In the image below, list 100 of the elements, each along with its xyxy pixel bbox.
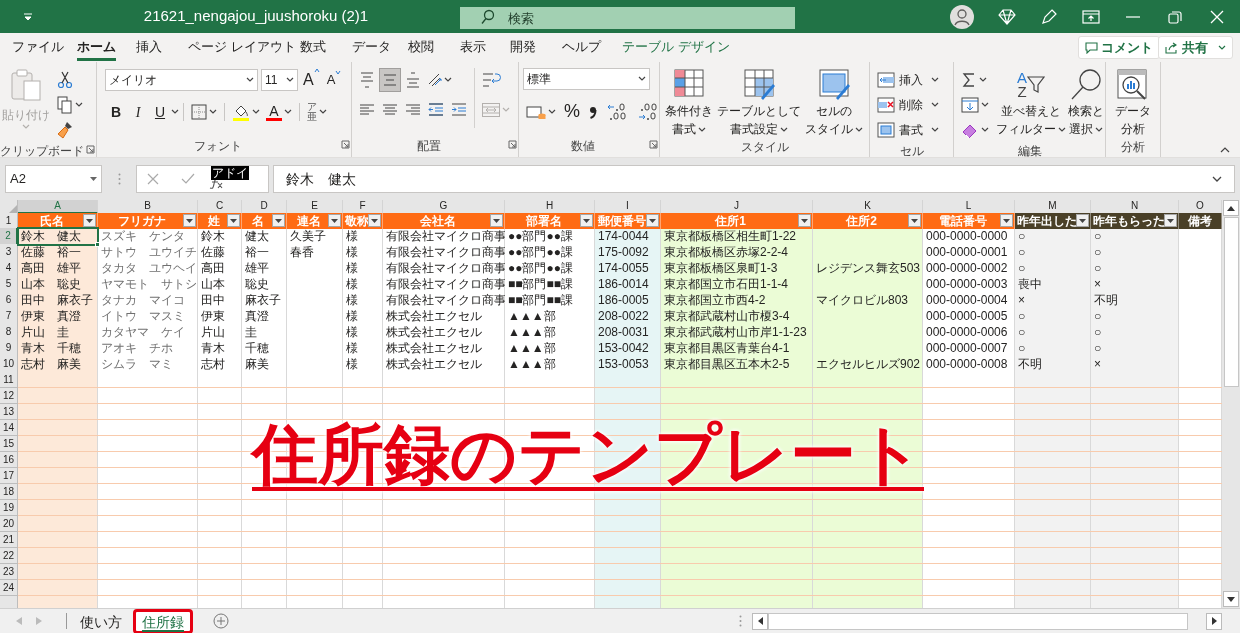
next-sheet-button[interactable] <box>36 617 42 625</box>
cell-styles-button[interactable]: セルの スタイル <box>804 68 864 138</box>
filter-button[interactable] <box>580 214 593 227</box>
filter-button[interactable] <box>1164 214 1177 227</box>
number-format-dropdown[interactable]: 標準 <box>523 68 650 90</box>
find-select-button[interactable]: 検索と 選択 <box>1068 68 1104 142</box>
filter-button[interactable] <box>1076 214 1089 227</box>
ribbon-tab[interactable]: 開発 <box>510 37 536 61</box>
table-cell[interactable]: 鈴木 健太 <box>18 228 98 245</box>
ribbon-tab[interactable]: 校閲 <box>408 37 434 61</box>
row-number[interactable]: 13 <box>0 404 18 420</box>
row-number[interactable] <box>0 596 18 608</box>
font-name-dropdown[interactable]: メイリオ <box>105 69 258 91</box>
filter-button[interactable] <box>328 214 341 227</box>
filter-button[interactable] <box>646 214 659 227</box>
format-as-table-button[interactable]: テーブルとして 書式設定 <box>716 68 802 138</box>
phonetic-button[interactable]: ア 亜 <box>304 100 330 124</box>
cell-format-button[interactable]: 書式 <box>874 118 942 142</box>
scroll-down-button[interactable] <box>1223 591 1239 607</box>
bold-button[interactable]: B <box>105 101 127 123</box>
filter-button[interactable] <box>908 214 921 227</box>
merge-icon <box>482 103 500 117</box>
previous-sheet-button[interactable] <box>16 617 22 625</box>
collapse-ribbon-button[interactable] <box>1220 146 1230 153</box>
row-number[interactable]: 22 <box>0 548 18 564</box>
percent-button[interactable]: % <box>562 98 582 125</box>
new-sheet-button[interactable] <box>213 613 229 629</box>
align-middle-button[interactable] <box>379 68 401 92</box>
caret-icon <box>75 102 83 108</box>
row-number[interactable]: 14 <box>0 420 18 436</box>
ribbon-tab[interactable]: データ <box>352 37 391 61</box>
empty-cells[interactable]: 住所録のテンプレート <box>18 372 1222 608</box>
dialog-launcher-button[interactable] <box>649 140 658 149</box>
conditional-formatting-button[interactable]: 条件付き 書式 <box>664 68 714 138</box>
column-letter[interactable]: A <box>18 200 98 214</box>
eraser-icon <box>961 122 979 138</box>
sheet-tab[interactable]: 使い方 <box>71 608 131 633</box>
dialog-launcher-button[interactable] <box>508 140 517 149</box>
filter-button[interactable] <box>1000 214 1013 227</box>
comment-button[interactable]: コメント <box>1078 36 1160 59</box>
row-number[interactable]: 16 <box>0 452 18 468</box>
row-number[interactable]: 17 <box>0 468 18 484</box>
ribbon-tab[interactable]: 表示 <box>460 37 486 61</box>
row-number[interactable]: 23 <box>0 564 18 580</box>
scroll-left-button[interactable] <box>752 612 768 630</box>
cell-insert-button[interactable]: 挿入 <box>874 68 942 92</box>
filter-button[interactable] <box>227 214 240 227</box>
row-number[interactable]: 11 <box>0 372 18 388</box>
share-button[interactable]: 共有 <box>1158 36 1233 59</box>
quick-access-button[interactable] <box>23 12 33 21</box>
filter-button[interactable] <box>798 214 811 227</box>
ribbon-tab[interactable]: 数式 <box>300 37 326 61</box>
dialog-launcher-button[interactable] <box>86 145 95 154</box>
filter-button[interactable] <box>490 214 503 227</box>
font-color-button[interactable]: A <box>263 100 295 124</box>
cell-delete-button[interactable]: 削除 <box>874 93 942 117</box>
scroll-right-button[interactable] <box>1206 612 1222 630</box>
ribbon-tab[interactable]: ページ レイアウト <box>188 37 296 61</box>
row-number[interactable]: 1 <box>0 213 18 229</box>
filter-button[interactable] <box>368 214 381 227</box>
vertical-scrollbar[interactable] <box>1222 200 1240 608</box>
header-text: 住所1 <box>715 215 746 227</box>
ribbon-tab[interactable]: 挿入 <box>136 37 162 61</box>
dropdown-arrow-icon <box>186 218 193 223</box>
header-text: 名 <box>252 215 264 227</box>
scroll-thumb[interactable] <box>1223 217 1239 387</box>
name-box[interactable]: A2 <box>5 165 102 193</box>
formula-input[interactable]: 鈴木 健太 <box>273 165 1235 193</box>
filter-button[interactable] <box>83 214 96 227</box>
ribbon-tab[interactable]: ヘルプ <box>562 37 601 61</box>
fill-handle[interactable] <box>95 242 100 247</box>
row-number[interactable]: 19 <box>0 500 18 516</box>
italic-button[interactable]: I <box>127 101 149 123</box>
row-number[interactable]: 12 <box>0 388 18 404</box>
row-number[interactable]: 21 <box>0 532 18 548</box>
restore-icon <box>1166 8 1184 25</box>
filter-button[interactable] <box>183 214 196 227</box>
shrink-font-button[interactable]: A <box>324 70 344 90</box>
row-number[interactable]: 24 <box>0 580 18 596</box>
sort-filter-button[interactable]: A Z 並べ替えと フィルター <box>996 68 1066 142</box>
insert-function-button[interactable] <box>209 177 223 189</box>
data-analysis-button[interactable]: データ 分析 <box>1110 68 1156 138</box>
font-size-dropdown[interactable]: 11 <box>261 69 298 91</box>
filter-button[interactable] <box>272 214 285 227</box>
ribbon-tab[interactable]: ファイル <box>12 37 64 61</box>
cancel-button[interactable] <box>147 173 159 185</box>
row-number[interactable]: 20 <box>0 516 18 532</box>
sheet-tab[interactable]: 住所録 <box>133 608 193 633</box>
underline-button[interactable]: U <box>149 101 171 123</box>
caret-icon <box>1095 126 1103 133</box>
header-text: 備考 <box>1188 215 1212 227</box>
search-field[interactable]: 検索 <box>460 7 795 29</box>
scroll-up-button[interactable] <box>1223 200 1239 216</box>
enter-button[interactable] <box>181 173 195 185</box>
grow-font-button[interactable]: A <box>301 68 322 92</box>
dialog-launcher-button[interactable] <box>341 140 350 149</box>
row-number[interactable]: 15 <box>0 436 18 452</box>
dropdown-arrow-icon <box>649 218 656 223</box>
ribbon-tab[interactable]: テーブル デザイン <box>622 37 730 61</box>
row-number[interactable]: 18 <box>0 484 18 500</box>
